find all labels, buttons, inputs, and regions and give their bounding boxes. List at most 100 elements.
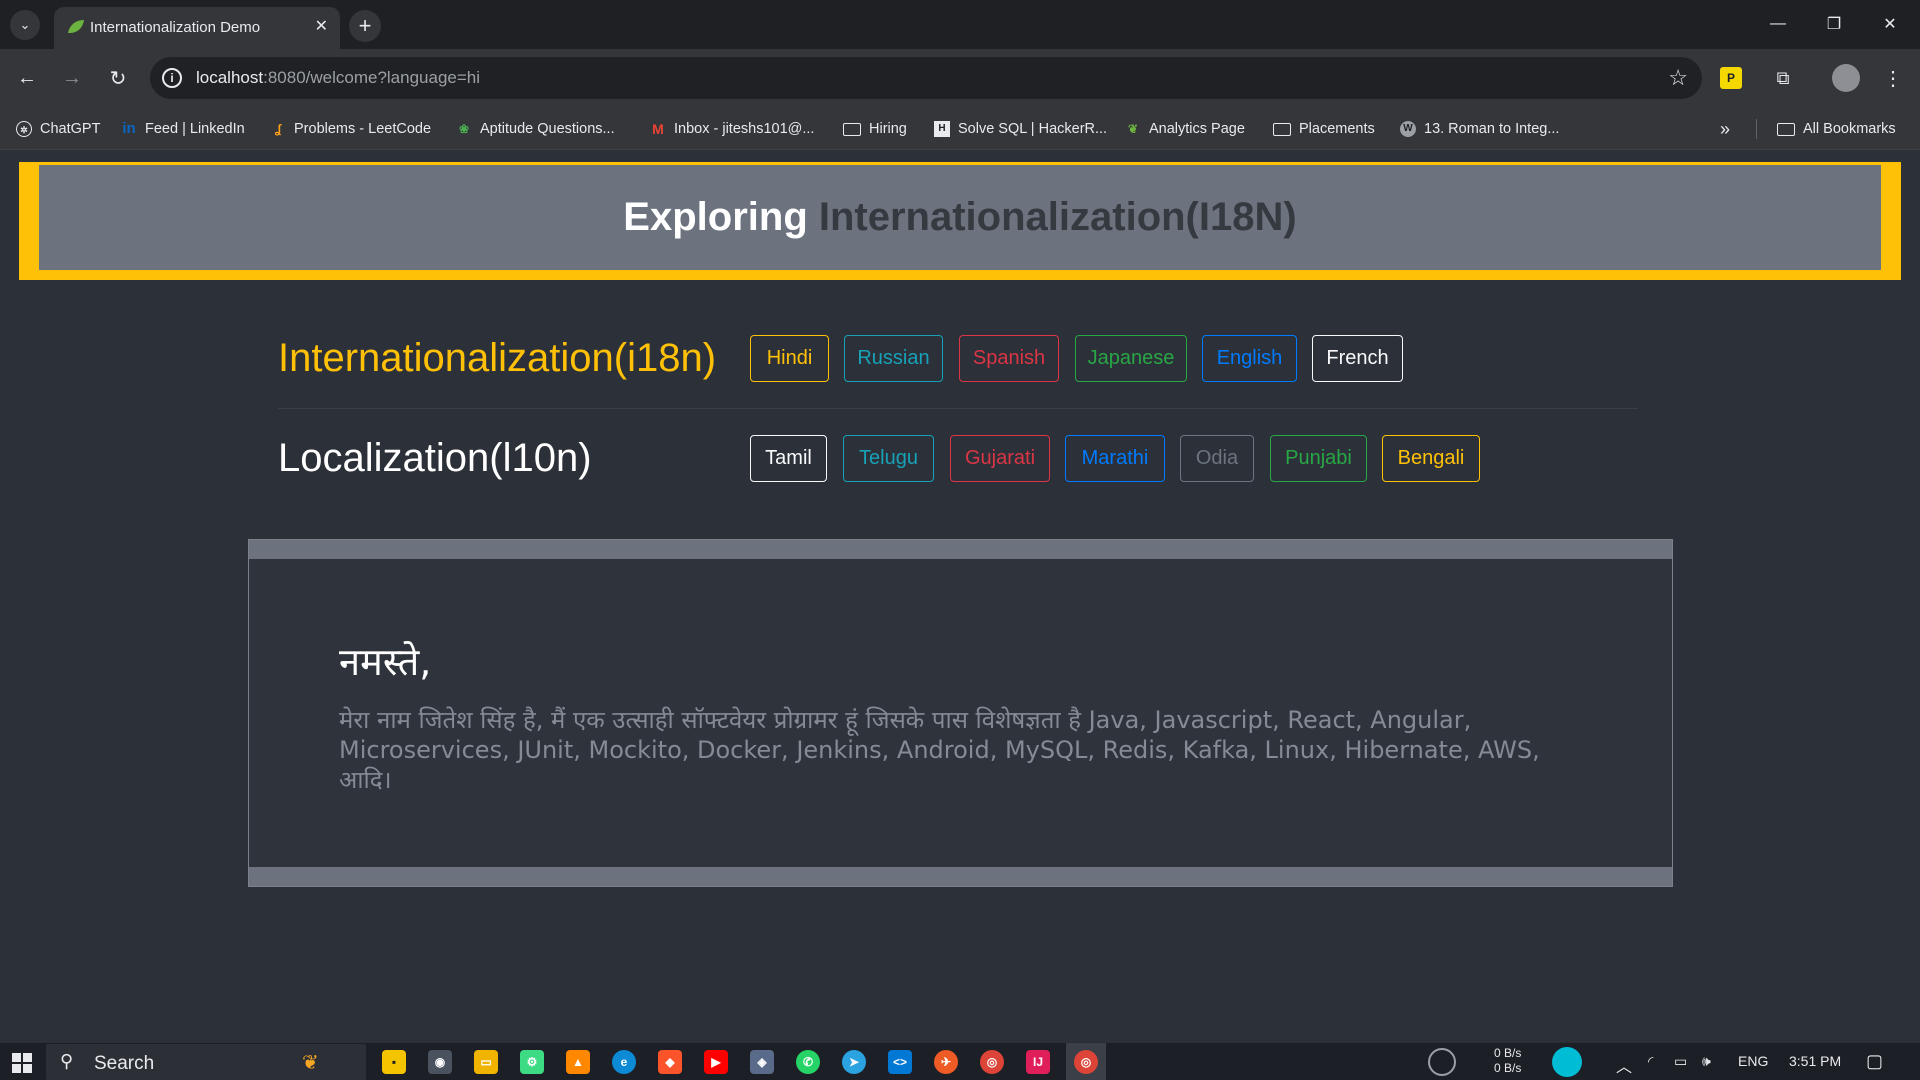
lang-button-odia[interactable]: Odia: [1180, 435, 1254, 482]
bookmark-star-icon[interactable]: ☆: [1668, 65, 1688, 91]
bookmark-analytics[interactable]: ❦ Analytics Page: [1125, 117, 1245, 141]
chrome-active-icon[interactable]: ◎: [1074, 1050, 1098, 1074]
tab-title: Internationalization Demo: [90, 19, 261, 36]
tab-search-button[interactable]: ⌄: [10, 10, 40, 40]
bookmark-leetcode[interactable]: ʆ Problems - LeetCode: [270, 117, 431, 141]
edge-icon[interactable]: e: [612, 1050, 636, 1074]
intro-card: नमस्ते, मेरा नाम जितेश सिंह है, मैं एक उ…: [248, 539, 1673, 887]
hero-banner: Exploring Internationalization(I18N): [19, 162, 1901, 280]
close-window-button[interactable]: ✕: [1870, 8, 1910, 40]
chatgpt-icon: ✲: [16, 121, 32, 137]
close-tab-icon[interactable]: ✕: [315, 16, 328, 36]
chevron-up-icon[interactable]: ︿: [1616, 1053, 1632, 1077]
page-title: Exploring Internationalization(I18N): [623, 195, 1296, 240]
forward-arrow-icon[interactable]: →: [57, 63, 87, 93]
whatsapp-icon[interactable]: ✆: [796, 1050, 820, 1074]
extension-icon[interactable]: P: [1720, 67, 1742, 89]
title-word-internationalization: Internationalization(I18N): [818, 195, 1297, 239]
folder-icon: [1777, 122, 1795, 136]
address-bar[interactable]: i localhost:8080/welcome?language=hi ☆: [150, 57, 1702, 99]
vlc-icon[interactable]: ▲: [566, 1050, 590, 1074]
windows-start-icon[interactable]: [12, 1053, 32, 1073]
bookmark-hackerrank[interactable]: H Solve SQL | HackerR...: [934, 117, 1107, 141]
file-explorer-icon[interactable]: ▭: [474, 1050, 498, 1074]
bookmark-aptitude[interactable]: ❀ Aptitude Questions...: [456, 117, 615, 141]
telegram-icon[interactable]: ➤: [842, 1050, 866, 1074]
hackerrank-icon: H: [934, 121, 950, 137]
bookmark-gmail[interactable]: M Inbox - jiteshs101@...: [650, 117, 814, 141]
intellij-icon[interactable]: IJ: [1026, 1050, 1050, 1074]
bookmark-linkedin[interactable]: in Feed | LinkedIn: [121, 117, 244, 141]
browser-toolbar: ← → ↻ i localhost:8080/welcome?language=…: [0, 49, 1920, 108]
more-bookmarks-button[interactable]: »: [1720, 117, 1730, 141]
lang-button-gujarati[interactable]: Gujarati: [950, 435, 1050, 482]
kebab-menu-icon[interactable]: ⋮: [1878, 63, 1908, 93]
lang-button-telugu[interactable]: Telugu: [843, 435, 934, 482]
spring-leaf-icon: [68, 20, 84, 33]
network-download-speed: 0 B/s: [1494, 1061, 1522, 1075]
minimize-button[interactable]: —: [1758, 8, 1798, 40]
youtube-icon[interactable]: ▶: [704, 1050, 728, 1074]
bookmark-chatgpt[interactable]: ✲ ChatGPT: [16, 117, 100, 141]
lang-button-tamil[interactable]: Tamil: [750, 435, 827, 482]
android-icon[interactable]: ⚙: [520, 1050, 544, 1074]
wifi-icon[interactable]: ◜: [1648, 1053, 1653, 1070]
mysql-workbench-icon[interactable]: ◈: [750, 1050, 774, 1074]
postman-icon[interactable]: ✈: [934, 1050, 958, 1074]
camera-icon[interactable]: ◉: [428, 1050, 452, 1074]
i18n-heading: Internationalization(i18n): [278, 336, 717, 380]
notification-icon[interactable]: ▢: [1866, 1051, 1883, 1072]
card-header: [249, 540, 1672, 559]
folder-icon: [1273, 122, 1291, 136]
brave-icon[interactable]: ◆: [658, 1050, 682, 1074]
bookmark-folder-placements[interactable]: Placements: [1273, 117, 1375, 141]
taskbar-search-box[interactable]: ⚲ Search ❦: [46, 1044, 366, 1080]
bookmark-folder-hiring[interactable]: Hiring: [843, 117, 907, 141]
url-text[interactable]: localhost:8080/welcome?language=hi: [196, 68, 480, 88]
lang-button-marathi[interactable]: Marathi: [1065, 435, 1165, 482]
widget-icon[interactable]: [1552, 1047, 1582, 1077]
lang-button-russian[interactable]: Russian: [844, 335, 943, 382]
all-bookmarks-button[interactable]: All Bookmarks: [1777, 117, 1896, 141]
lang-button-bengali[interactable]: Bengali: [1382, 435, 1480, 482]
profile-avatar[interactable]: [1832, 64, 1860, 92]
browser-tab-bar: ⌄ Internationalization Demo ✕ + — ❐ ✕: [0, 0, 1920, 49]
volume-icon[interactable]: 🕪: [1702, 1053, 1711, 1070]
bookmark-roman-to-integer[interactable]: W 13. Roman to Integ...: [1400, 117, 1559, 141]
card-footer: [249, 867, 1672, 886]
active-tab[interactable]: Internationalization Demo ✕: [54, 7, 340, 49]
folder-icon: [843, 122, 861, 136]
bio-text: मेरा नाम जितेश सिंह है, मैं एक उत्साही स…: [339, 706, 1540, 794]
sticky-notes-icon[interactable]: ▪: [382, 1050, 406, 1074]
chevron-down-icon: ⌄: [19, 17, 31, 32]
search-highlight-icon: ❦: [302, 1052, 319, 1074]
restore-button[interactable]: ❐: [1814, 8, 1854, 40]
lang-button-japanese[interactable]: Japanese: [1075, 335, 1187, 382]
lang-button-spanish[interactable]: Spanish: [959, 335, 1059, 382]
network-upload-speed: 0 B/s: [1494, 1046, 1522, 1060]
w-icon: W: [1400, 121, 1416, 137]
linkedin-icon: in: [122, 120, 136, 137]
chrome-icon[interactable]: ◎: [980, 1050, 1004, 1074]
puzzle-extensions-icon[interactable]: ⧉: [1768, 63, 1798, 93]
reload-icon[interactable]: ↻: [103, 63, 133, 93]
site-info-icon[interactable]: i: [162, 68, 182, 88]
lang-button-punjabi[interactable]: Punjabi: [1270, 435, 1367, 482]
clock[interactable]: 3:51 PM: [1789, 1053, 1841, 1069]
bookmarks-bar: ✲ ChatGPT in Feed | LinkedIn ʆ Problems …: [0, 108, 1920, 150]
language-indicator[interactable]: ENG: [1738, 1053, 1768, 1069]
battery-icon[interactable]: ▭: [1674, 1053, 1687, 1070]
leaf-icon: ❦: [1127, 122, 1139, 136]
lang-button-english[interactable]: English: [1202, 335, 1297, 382]
gmail-icon: M: [652, 121, 664, 137]
vscode-icon[interactable]: <>: [888, 1050, 912, 1074]
new-tab-button[interactable]: +: [349, 10, 381, 42]
lang-button-hindi[interactable]: Hindi: [750, 335, 829, 382]
page-content: Exploring Internationalization(I18N) Int…: [0, 150, 1920, 1042]
network-speed: 0 B/s 0 B/s: [1494, 1046, 1521, 1076]
performance-gauge-icon[interactable]: [1428, 1048, 1456, 1076]
back-arrow-icon[interactable]: ←: [12, 63, 42, 93]
windows-taskbar: ⚲ Search ❦ ▪ ◉ ▭ ⚙ ▲ e ◆ ▶ ◈ ✆ ➤ <> ✈ ◎ …: [0, 1042, 1920, 1080]
lang-button-french[interactable]: French: [1312, 335, 1403, 382]
search-icon: ⚲: [60, 1051, 74, 1071]
